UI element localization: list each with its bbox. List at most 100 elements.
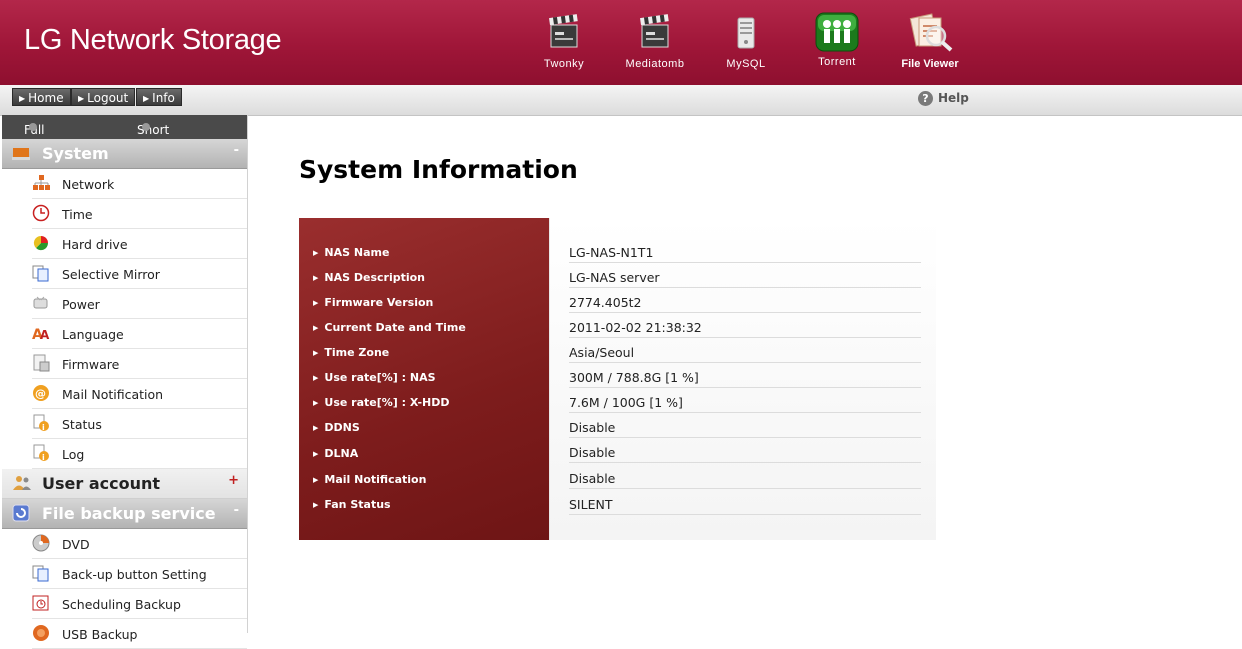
triangle-bullet-icon: ▶	[313, 424, 319, 432]
sidebar-item-backup-button-setting[interactable]: Back-up button Setting	[32, 559, 247, 589]
info-label: ▶ Fan Status	[313, 498, 391, 511]
menu-switch: Full Menu Short Menu	[2, 115, 247, 151]
triangle-bullet-icon: ▶	[313, 501, 319, 509]
firmware-icon	[32, 354, 50, 372]
backup-button-icon	[32, 564, 50, 582]
svg-text:@: @	[35, 387, 46, 400]
collapse-toggle[interactable]: -	[234, 503, 239, 518]
info-value: 300M / 788.8G [1 %]	[569, 370, 921, 388]
usb-icon	[32, 624, 50, 642]
info-label: ▶ Use rate[%] : NAS	[313, 371, 436, 384]
triangle-bullet-icon: ▶	[313, 274, 319, 282]
sidebar-item-label: Language	[62, 327, 124, 342]
sidebar-item-status[interactable]: i Status	[32, 409, 247, 439]
sidebar-item-label: USB Backup	[62, 627, 138, 642]
sidebar-item-usb-backup[interactable]: USB Backup	[32, 619, 247, 649]
home-button-label: Home	[28, 91, 64, 105]
info-value: LG-NAS server	[569, 270, 921, 288]
section-file-backup[interactable]: File backup service -	[2, 499, 247, 529]
info-label: ▶ DLNA	[313, 447, 359, 460]
file-viewer-icon	[905, 12, 955, 52]
torrent-app-button[interactable]: Torrent	[797, 12, 877, 68]
logout-button-label: Logout	[87, 91, 129, 105]
home-button[interactable]: ▶ Home	[12, 88, 71, 106]
sidebar-item-label: Network	[62, 177, 115, 192]
mail-icon: @	[32, 384, 50, 402]
sidebar-item-label: DVD	[62, 537, 90, 552]
info-value: SILENT	[569, 497, 921, 515]
sidebar-item-label: Firmware	[62, 357, 120, 372]
info-label: ▶ NAS Description	[313, 271, 426, 284]
sidebar-item-label: Selective Mirror	[62, 267, 160, 282]
triangle-bullet-icon: ▶	[313, 324, 319, 332]
torrent-label: Torrent	[818, 56, 856, 68]
svg-text:i: i	[42, 453, 45, 462]
info-button-label: Info	[152, 91, 175, 105]
section-system[interactable]: System -	[2, 139, 247, 169]
backup-icon	[12, 504, 30, 522]
sidebar-item-firmware[interactable]: Firmware	[32, 349, 247, 379]
info-label: ▶ NAS Name	[313, 246, 390, 259]
dvd-icon	[32, 534, 50, 552]
section-user-account[interactable]: User account +	[2, 469, 247, 499]
users-icon	[12, 475, 31, 490]
mysql-label: MySQL	[726, 58, 766, 70]
info-label: ▶ Current Date and Time	[313, 321, 466, 334]
power-icon	[32, 294, 50, 312]
sidebar-item-dvd[interactable]: DVD	[32, 529, 247, 559]
file-viewer-app-button[interactable]: File Viewer	[890, 12, 970, 70]
clapperboard-icon	[637, 12, 673, 52]
sidebar-item-selective-mirror[interactable]: Selective Mirror	[32, 259, 247, 289]
radio-dot-icon	[29, 123, 37, 131]
logout-button[interactable]: ▶ Logout	[71, 88, 136, 106]
clapperboard-icon	[546, 12, 582, 52]
twonky-app-button[interactable]: Twonky	[524, 12, 604, 70]
info-value: 2774.405t2	[569, 295, 921, 313]
info-value: Disable	[569, 420, 921, 438]
mirror-icon	[32, 264, 50, 282]
triangle-bullet-icon: ▶	[313, 476, 319, 484]
sidebar-item-label: Time	[62, 207, 93, 222]
schedule-icon	[32, 594, 50, 612]
triangle-bullet-icon: ▶	[313, 399, 319, 407]
info-value: LG-NAS-N1T1	[569, 245, 921, 263]
sidebar-item-network[interactable]: Network	[32, 169, 247, 199]
status-icon: i	[32, 414, 50, 432]
sidebar-item-hard-drive[interactable]: Hard drive	[32, 229, 247, 259]
sidebar-item-language[interactable]: AA Language	[32, 319, 247, 349]
header: LG Network Storage Twonky Mediatomb MySQ…	[0, 0, 1242, 85]
collapse-toggle[interactable]: -	[234, 143, 239, 158]
info-values-panel: LG-NAS-N1T1 LG-NAS server 2774.405t2 201…	[549, 218, 936, 540]
help-link[interactable]: ? Help	[918, 91, 969, 106]
file-viewer-label: File Viewer	[901, 58, 959, 70]
info-labels-panel: ▶ NAS Name ▶ NAS Description ▶ Firmware Ver…	[299, 218, 549, 540]
computer-icon	[12, 146, 30, 160]
sidebar-item-scheduling-backup[interactable]: Scheduling Backup	[32, 589, 247, 619]
info-value: Asia/Seoul	[569, 345, 921, 363]
server-icon	[728, 12, 764, 52]
sidebar-item-time[interactable]: Time	[32, 199, 247, 229]
sidebar-item-power[interactable]: Power	[32, 289, 247, 319]
info-value: Disable	[569, 445, 921, 463]
triangle-bullet-icon: ▶	[313, 249, 319, 257]
info-button[interactable]: ▶ Info	[136, 88, 182, 106]
page-title: System Information	[299, 155, 578, 184]
info-label: ▶ Firmware Version	[313, 296, 434, 309]
mediatomb-app-button[interactable]: Mediatomb	[615, 12, 695, 70]
sidebar-item-log[interactable]: i Log	[32, 439, 247, 469]
sidebar-item-label: Mail Notification	[62, 387, 164, 402]
expand-toggle[interactable]: +	[228, 473, 239, 488]
radio-dot-icon	[142, 123, 150, 131]
hard-drive-icon	[32, 234, 50, 252]
sidebar-item-label: Hard drive	[62, 237, 128, 252]
mysql-app-button[interactable]: MySQL	[706, 12, 786, 70]
info-value: Disable	[569, 471, 921, 489]
sidebar-item-label: Log	[62, 447, 85, 462]
mediatomb-label: Mediatomb	[625, 58, 685, 70]
info-label: ▶ Time Zone	[313, 346, 390, 359]
svg-text:A: A	[40, 328, 50, 342]
triangle-bullet-icon: ▶	[313, 299, 319, 307]
twonky-label: Twonky	[543, 58, 585, 70]
sidebar-item-mail-notification[interactable]: @ Mail Notification	[32, 379, 247, 409]
info-value: 2011-02-02 21:38:32	[569, 320, 921, 338]
